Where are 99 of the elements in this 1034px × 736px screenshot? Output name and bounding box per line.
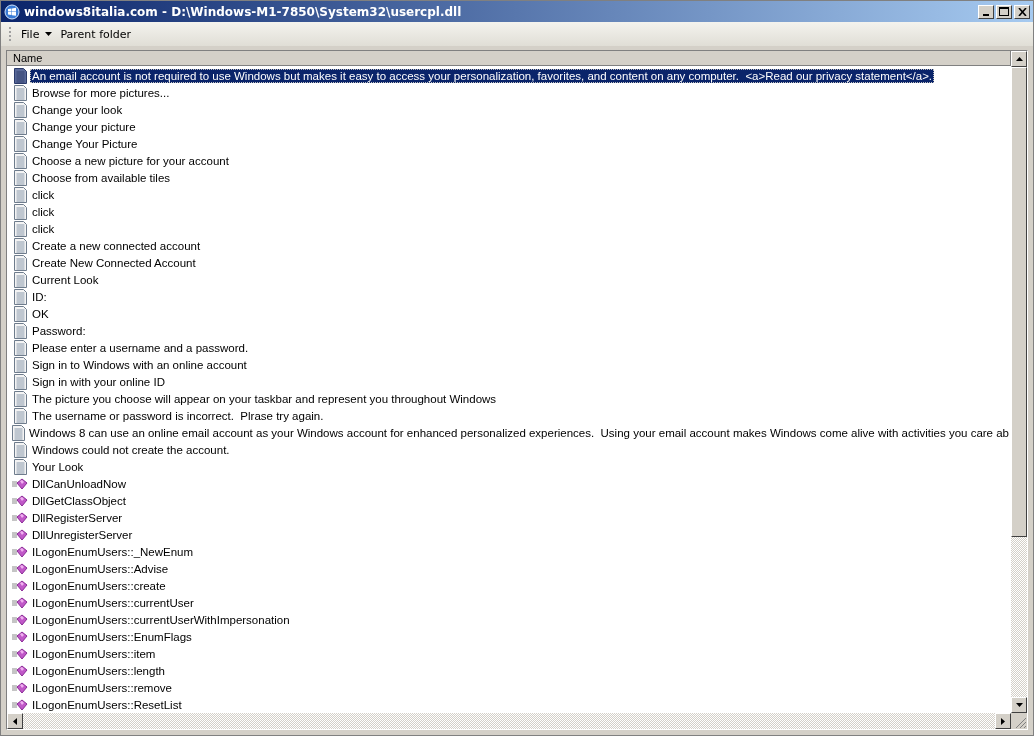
window-title: windows8italia.com - D:\Windows-M1-7850\System32\usercpl.dll bbox=[24, 4, 463, 19]
function-icon bbox=[12, 630, 28, 643]
scroll-thumb[interactable] bbox=[1011, 67, 1027, 537]
list-item[interactable]: Choose from available tiles bbox=[30, 170, 173, 185]
list-item[interactable]: ILogonEnumUsers::Advise bbox=[30, 561, 171, 576]
list-item[interactable]: Change Your Picture bbox=[30, 136, 140, 151]
list-item[interactable]: Change your picture bbox=[30, 119, 138, 134]
vertical-scrollbar[interactable] bbox=[1011, 51, 1027, 713]
right-arrow-icon bbox=[1001, 717, 1005, 725]
list-item[interactable]: OK bbox=[30, 306, 51, 321]
list-item[interactable]: ILogonEnumUsers::ResetList bbox=[30, 697, 184, 712]
document-icon bbox=[13, 441, 27, 458]
list-item[interactable]: ILogonEnumUsers::length bbox=[30, 663, 167, 678]
minimize-button[interactable] bbox=[978, 4, 994, 19]
list-item[interactable]: Please enter a username and a password. bbox=[30, 340, 251, 355]
document-icon bbox=[13, 373, 27, 390]
close-icon bbox=[1017, 7, 1027, 16]
document-icon bbox=[13, 390, 27, 407]
function-icon bbox=[12, 681, 28, 694]
scroll-down-button[interactable] bbox=[1011, 697, 1027, 713]
list-item[interactable]: Your Look bbox=[30, 459, 86, 474]
down-arrow-icon bbox=[1015, 703, 1023, 707]
function-icon bbox=[12, 545, 28, 558]
document-icon bbox=[13, 339, 27, 356]
function-icon bbox=[12, 562, 28, 575]
document-icon bbox=[13, 322, 27, 339]
scroll-right-button[interactable] bbox=[995, 713, 1011, 729]
list-item[interactable]: ILogonEnumUsers::EnumFlags bbox=[30, 629, 194, 644]
document-icon bbox=[13, 356, 27, 373]
document-icon bbox=[13, 152, 27, 169]
function-icon bbox=[12, 511, 28, 524]
list-item[interactable]: click bbox=[30, 187, 57, 202]
document-icon bbox=[12, 424, 26, 441]
function-icon bbox=[12, 664, 28, 677]
caret-icon bbox=[45, 32, 53, 36]
document-icon bbox=[13, 254, 27, 271]
list-item[interactable]: ILogonEnumUsers::currentUserWithImpersonation bbox=[30, 612, 292, 627]
function-icon bbox=[12, 698, 28, 711]
list-item[interactable]: click bbox=[30, 221, 57, 236]
document-icon bbox=[13, 169, 27, 186]
list-item[interactable]: ILogonEnumUsers::_NewEnum bbox=[30, 544, 196, 559]
list-item[interactable]: Change your look bbox=[30, 102, 125, 117]
maximize-button[interactable] bbox=[996, 4, 1012, 19]
document-icon bbox=[13, 118, 27, 135]
horizontal-scrollbar[interactable] bbox=[7, 713, 1011, 729]
list-item[interactable]: Sign in to Windows with an online account bbox=[30, 357, 249, 372]
list-item[interactable]: ILogonEnumUsers::currentUser bbox=[30, 595, 196, 610]
scroll-up-button[interactable] bbox=[1011, 51, 1027, 67]
file-menu[interactable]: File bbox=[21, 27, 53, 41]
function-icon bbox=[12, 613, 28, 626]
column-header[interactable]: Name bbox=[7, 51, 1011, 66]
function-icon bbox=[12, 647, 28, 660]
list-item[interactable]: DllRegisterServer bbox=[30, 510, 125, 525]
list-item[interactable]: Create New Connected Account bbox=[30, 255, 198, 270]
list-item[interactable]: Windows could not create the account. bbox=[30, 442, 232, 457]
list-item[interactable]: The username or password is incorrect. Plrase try again. bbox=[30, 408, 326, 423]
document-icon bbox=[13, 135, 27, 152]
document-icon bbox=[13, 271, 27, 288]
document-icon bbox=[13, 203, 27, 220]
function-icon bbox=[12, 477, 28, 490]
document-icon bbox=[13, 101, 27, 118]
up-arrow-icon bbox=[1015, 57, 1023, 61]
list-item[interactable]: ILogonEnumUsers::item bbox=[30, 646, 158, 661]
app-icon bbox=[4, 3, 20, 20]
list-item[interactable]: Choose a new picture for your account bbox=[30, 153, 231, 168]
toolbar-button[interactable]: Parent folder bbox=[60, 27, 132, 41]
list-item[interactable]: Sign in with your online ID bbox=[30, 374, 167, 389]
function-icon bbox=[12, 528, 28, 541]
document-icon bbox=[13, 458, 27, 475]
list-item[interactable]: DllCanUnloadNow bbox=[30, 476, 128, 491]
document-icon bbox=[13, 288, 27, 305]
list-item[interactable]: Windows 8 can use an online email account as your Windows account for enhanced personalized experiences. Using your email account makes Windows come alive with activities you care ab bbox=[27, 425, 1011, 440]
document-icon bbox=[13, 84, 27, 101]
list-item[interactable]: ILogonEnumUsers::create bbox=[30, 578, 168, 593]
document-icon bbox=[13, 305, 27, 322]
document-icon bbox=[13, 237, 27, 254]
function-icon bbox=[12, 494, 28, 507]
function-icon bbox=[12, 596, 28, 609]
list-item[interactable]: Current Look bbox=[30, 272, 101, 287]
scroll-left-button[interactable] bbox=[7, 713, 23, 729]
document-icon bbox=[13, 220, 27, 237]
list-item[interactable]: DllGetClassObject bbox=[30, 493, 128, 508]
left-arrow-icon bbox=[13, 717, 17, 725]
document-icon bbox=[13, 186, 27, 203]
maximize-icon bbox=[999, 7, 1009, 16]
list-item[interactable]: ILogonEnumUsers::remove bbox=[30, 680, 174, 695]
close-button[interactable] bbox=[1014, 4, 1030, 19]
list-item[interactable]: Create a new connected account bbox=[30, 238, 203, 253]
minimize-icon bbox=[983, 13, 989, 16]
list-item[interactable]: click bbox=[30, 204, 57, 219]
list-item[interactable]: Password: bbox=[30, 323, 88, 338]
function-icon bbox=[12, 579, 28, 592]
list-item[interactable]: The picture you choose will appear on your taskbar and represent you throughout Windows bbox=[30, 391, 499, 406]
list-item[interactable]: An email account is not required to use Windows but makes it easy to access your personalization, favorites, and content on any computer. <a>Read our privacy statement</a>. bbox=[30, 68, 935, 83]
document-icon bbox=[13, 67, 27, 84]
document-icon bbox=[13, 407, 27, 424]
list-item[interactable]: DllUnregisterServer bbox=[30, 527, 135, 542]
list-item[interactable]: ID: bbox=[30, 289, 49, 304]
list-item[interactable]: Browse for more pictures... bbox=[30, 85, 172, 100]
